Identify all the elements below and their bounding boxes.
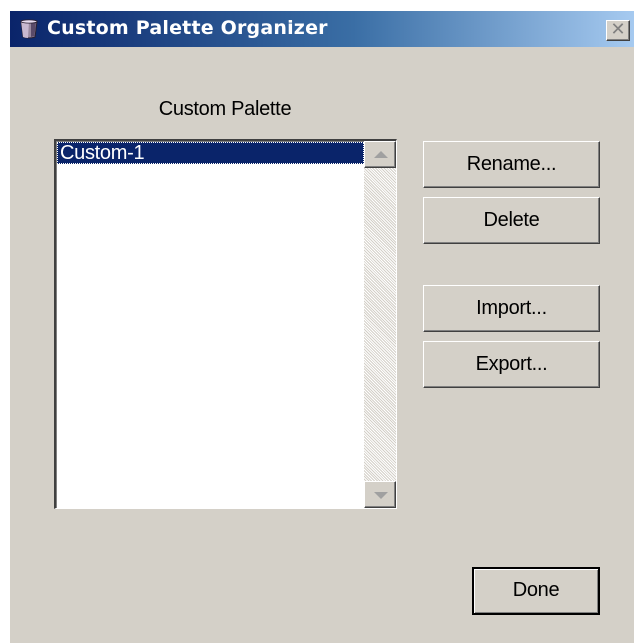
palette-cup-icon [20,19,38,39]
custom-palette-label: Custom Palette [158,98,292,120]
export-button[interactable]: Export... [423,341,600,388]
arrow-up-icon [374,151,388,158]
scroll-down-button[interactable] [364,481,396,508]
arrow-down-icon [374,492,388,499]
rename-button[interactable]: Rename... [423,141,600,188]
list-item-custom-1[interactable]: Custom-1 [57,142,364,164]
title-bar[interactable]: Custom Palette Organizer ✕ [10,11,634,47]
custom-palette-listbox[interactable]: Custom-1 [54,139,397,509]
import-button[interactable]: Import... [423,285,600,332]
palette-list[interactable]: Custom-1 [57,142,364,508]
close-button[interactable]: ✕ [606,20,630,41]
custom-palette-organizer-dialog: Custom Palette Organizer ✕ Custom Palett… [9,10,634,643]
window-title: Custom Palette Organizer [47,17,328,39]
delete-button[interactable]: Delete [423,197,600,244]
vertical-scrollbar[interactable] [364,141,396,508]
close-icon: ✕ [610,19,626,40]
done-button[interactable]: Done [472,567,600,615]
scroll-up-button[interactable] [364,141,396,168]
